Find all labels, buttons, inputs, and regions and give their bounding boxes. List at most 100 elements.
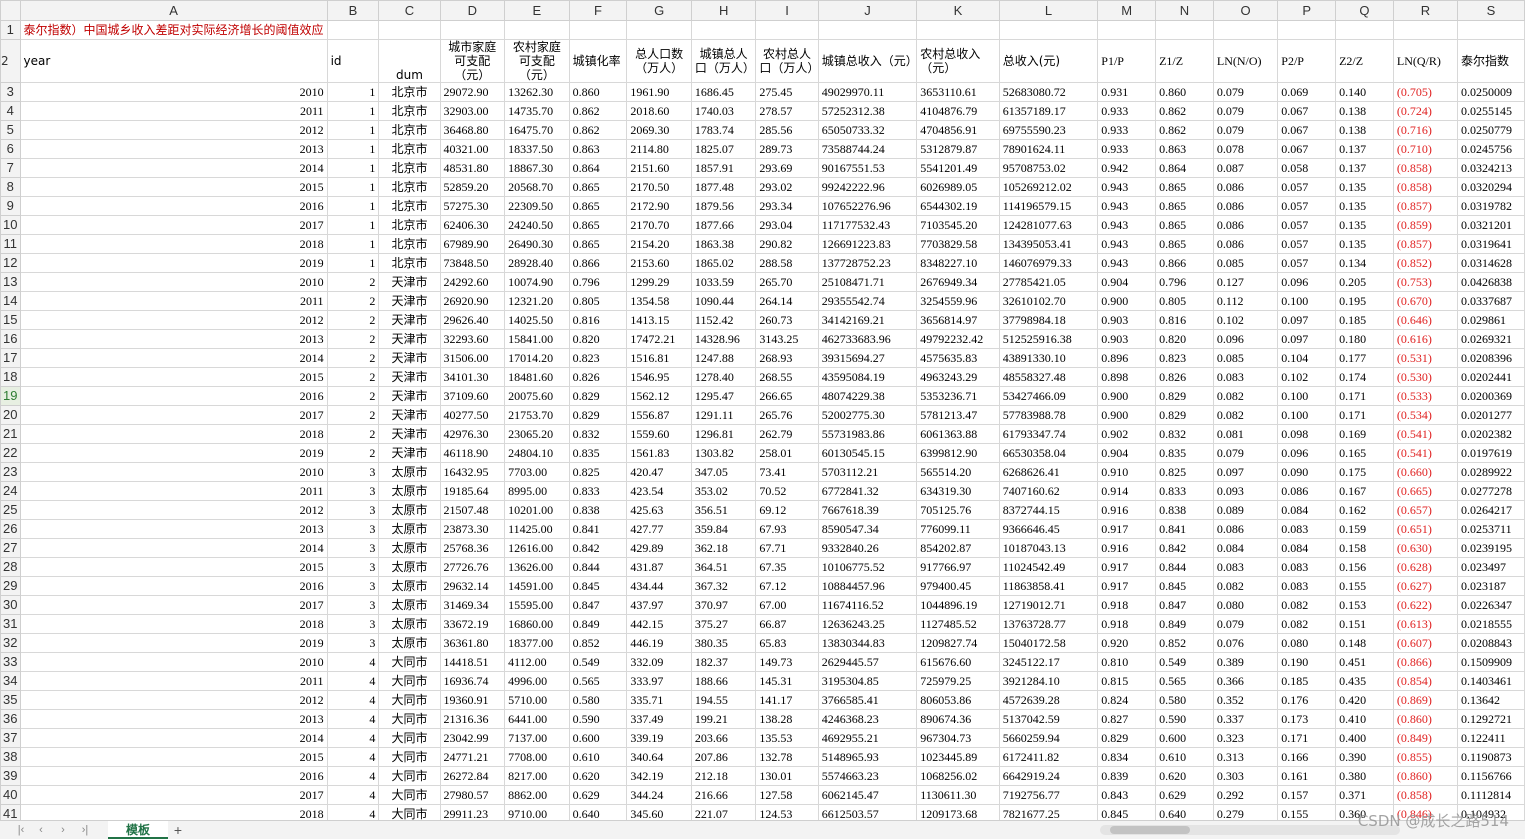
cell[interactable]: 3 xyxy=(326,614,380,634)
cell[interactable]: 203.66 xyxy=(690,728,757,748)
cell[interactable]: (0.858) xyxy=(1392,177,1459,197)
cell[interactable]: 0.195 xyxy=(1335,291,1394,311)
cell[interactable] xyxy=(916,20,1000,40)
cell[interactable]: 1278.40 xyxy=(690,367,757,387)
cell[interactable]: 0.590 xyxy=(1155,709,1214,729)
column-header-f[interactable]: F xyxy=(568,0,628,21)
cell[interactable] xyxy=(817,20,918,40)
cell[interactable]: (0.858) xyxy=(1392,785,1459,805)
cell[interactable]: 0.134 xyxy=(1335,253,1394,273)
cell[interactable]: 53427466.09 xyxy=(998,386,1099,406)
column-label[interactable]: LN(N/O) xyxy=(1212,39,1279,83)
cell[interactable]: 46118.90 xyxy=(439,443,506,463)
cell[interactable]: 0.175 xyxy=(1335,462,1394,482)
cell[interactable]: 0.079 xyxy=(1212,82,1279,102)
cell[interactable]: 31469.34 xyxy=(439,595,506,615)
horizontal-scrollbar[interactable] xyxy=(1100,825,1400,835)
column-header-g[interactable]: G xyxy=(626,0,692,21)
cell[interactable]: 359.84 xyxy=(690,519,757,539)
cell[interactable]: 0.337 xyxy=(1212,709,1279,729)
cell[interactable]: 0.865 xyxy=(1155,234,1214,254)
column-label[interactable]: 农村总收入（元） xyxy=(916,39,1000,83)
cell[interactable]: 0.0250779 xyxy=(1457,120,1525,140)
cell[interactable]: 北京市 xyxy=(378,120,441,140)
cell[interactable]: 1879.56 xyxy=(690,196,757,216)
cell[interactable]: 634319.30 xyxy=(916,481,1000,501)
cell[interactable]: 0.845 xyxy=(1155,576,1214,596)
cell[interactable]: 67.93 xyxy=(755,519,819,539)
cell[interactable]: 0.844 xyxy=(1155,557,1214,577)
cell[interactable]: 48558327.48 xyxy=(998,367,1099,387)
cell[interactable]: 979400.45 xyxy=(916,576,1000,596)
cell[interactable]: 0.839 xyxy=(1097,766,1157,786)
cell[interactable]: 0.629 xyxy=(568,785,628,805)
row-header[interactable]: 8 xyxy=(0,177,21,197)
cell[interactable]: 364.51 xyxy=(690,557,757,577)
cell[interactable]: 335.71 xyxy=(626,690,692,710)
cell[interactable]: 27785421.05 xyxy=(998,272,1099,292)
cell[interactable]: 0.185 xyxy=(1335,310,1394,330)
cell[interactable]: (0.534) xyxy=(1392,405,1459,425)
cell[interactable]: 0.081 xyxy=(1212,424,1279,444)
cell[interactable]: 141.17 xyxy=(755,690,819,710)
cell[interactable]: 0.380 xyxy=(1335,766,1394,786)
cell[interactable]: 太原市 xyxy=(378,462,441,482)
cell[interactable]: 446.19 xyxy=(626,633,692,653)
cell[interactable]: (0.613) xyxy=(1392,614,1459,634)
cell[interactable]: 212.18 xyxy=(690,766,757,786)
cell[interactable]: 0.083 xyxy=(1212,557,1279,577)
cell[interactable]: 14025.50 xyxy=(504,310,570,330)
cell[interactable]: 427.77 xyxy=(626,519,692,539)
cell[interactable]: 0.0202382 xyxy=(1457,424,1525,444)
cell[interactable]: (0.622) xyxy=(1392,595,1459,615)
row-header[interactable]: 31 xyxy=(0,614,21,634)
cell[interactable]: 0.863 xyxy=(1155,139,1214,159)
cell[interactable]: 0.079 xyxy=(1212,101,1279,121)
cell[interactable]: 2069.30 xyxy=(626,120,692,140)
cell[interactable]: 3 xyxy=(326,576,380,596)
cell[interactable] xyxy=(504,20,570,40)
cell[interactable] xyxy=(1097,20,1157,40)
cell[interactable]: 0.086 xyxy=(1212,177,1279,197)
cell[interactable]: (0.710) xyxy=(1392,139,1459,159)
cell[interactable]: 太原市 xyxy=(378,519,441,539)
cell[interactable]: 293.04 xyxy=(755,215,819,235)
column-label[interactable]: Z1/Z xyxy=(1155,39,1214,83)
cell[interactable]: 32610102.70 xyxy=(998,291,1099,311)
cell[interactable]: 67.12 xyxy=(755,576,819,596)
cell[interactable]: 2016 xyxy=(19,386,328,406)
cell[interactable]: 0.865 xyxy=(568,215,628,235)
cell[interactable]: 2019 xyxy=(19,633,328,653)
column-header-j[interactable]: J xyxy=(817,0,918,21)
cell[interactable]: 0.865 xyxy=(1155,215,1214,235)
cell[interactable]: 0.069 xyxy=(1277,82,1337,102)
cell[interactable]: 1857.91 xyxy=(690,158,757,178)
column-label[interactable]: 城镇总收入（元） xyxy=(817,39,918,83)
cell[interactable]: 0.0218555 xyxy=(1457,614,1525,634)
cell[interactable]: 大同市 xyxy=(378,671,441,691)
cell[interactable]: 0.864 xyxy=(1155,158,1214,178)
cell[interactable]: 268.93 xyxy=(755,348,819,368)
cell[interactable]: (0.869) xyxy=(1392,690,1459,710)
cell[interactable]: 6172411.82 xyxy=(998,747,1099,767)
cell[interactable]: 太原市 xyxy=(378,595,441,615)
cell[interactable]: 11425.00 xyxy=(504,519,570,539)
cell[interactable]: 23873.30 xyxy=(439,519,506,539)
cell[interactable]: (0.855) xyxy=(1392,747,1459,767)
cell[interactable]: 57275.30 xyxy=(439,196,506,216)
cell[interactable]: 806053.86 xyxy=(916,690,1000,710)
cell[interactable]: 0.810 xyxy=(1097,652,1157,672)
cell[interactable]: 0.620 xyxy=(568,766,628,786)
cell[interactable]: 26272.84 xyxy=(439,766,506,786)
cell[interactable]: 5710.00 xyxy=(504,690,570,710)
cell[interactable]: 太原市 xyxy=(378,614,441,634)
cell[interactable]: 0.057 xyxy=(1277,177,1337,197)
row-header[interactable]: 22 xyxy=(0,443,21,463)
cell[interactable]: 16936.74 xyxy=(439,671,506,691)
cell[interactable]: 1 xyxy=(326,158,380,178)
row-header[interactable]: 14 xyxy=(0,291,21,311)
cell[interactable]: 6399812.90 xyxy=(916,443,1000,463)
cell[interactable]: 2010 xyxy=(19,462,328,482)
cell[interactable]: (0.670) xyxy=(1392,291,1459,311)
cell[interactable]: 207.86 xyxy=(690,747,757,767)
